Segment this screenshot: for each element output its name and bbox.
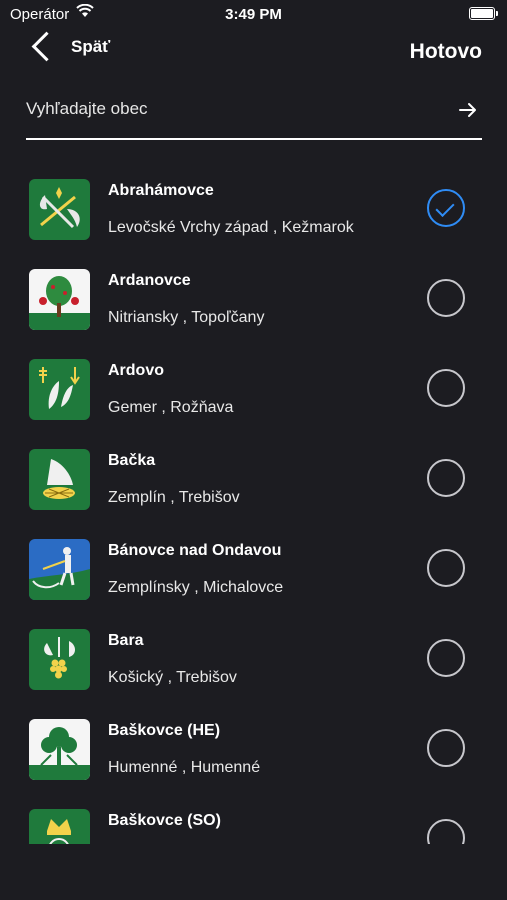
back-button[interactable]: Späť <box>30 31 111 62</box>
municipality-region: Zemplínsky , Michalovce <box>108 579 284 596</box>
municipality-region: Gemer , Rožňava <box>108 399 234 416</box>
municipality-region: Košický , Trebišov <box>108 669 237 686</box>
selection-radio[interactable] <box>427 819 465 844</box>
search-input[interactable] <box>26 92 446 126</box>
crest-plow-icon <box>29 449 90 510</box>
done-button[interactable]: Hotovo <box>410 40 482 64</box>
municipality-name: Abrahámovce <box>108 182 214 199</box>
municipality-region: Levočské Vrchy západ , Kežmarok <box>108 219 354 236</box>
municipality-region: Humenné , Humenné <box>108 759 261 776</box>
list-item[interactable]: Bara Košický , Trebišov <box>0 614 507 704</box>
crest-axe-icon <box>29 179 90 240</box>
selection-radio[interactable] <box>427 459 465 497</box>
clock: 3:49 PM <box>225 6 282 23</box>
navigation-bar: Späť Hotovo <box>0 30 507 76</box>
crest-mower-icon <box>29 539 90 600</box>
crest-crown-icon <box>29 809 90 844</box>
municipality-name: Baškovce (HE) <box>108 722 221 739</box>
municipality-region: Zemplín , Trebišov <box>108 489 240 506</box>
municipality-name: Bara <box>108 632 144 649</box>
status-bar: Operátor 3:49 PM <box>0 0 507 28</box>
list-item[interactable]: Bánovce nad Ondavou Zemplínsky , Michalo… <box>0 524 507 614</box>
selection-radio[interactable] <box>427 279 465 317</box>
selection-radio[interactable] <box>427 549 465 587</box>
list-item[interactable]: Abrahámovce Levočské Vrchy západ , Kežma… <box>0 164 507 254</box>
municipality-name: Ardanovce <box>108 272 191 289</box>
battery-icon <box>469 7 498 20</box>
selection-radio-checked[interactable] <box>427 189 465 227</box>
crest-feathers-icon <box>29 359 90 420</box>
list-item[interactable]: Ardovo Gemer , Rožňava <box>0 344 507 434</box>
municipality-name: Ardovo <box>108 362 164 379</box>
crest-oak-icon <box>29 719 90 780</box>
selection-radio[interactable] <box>427 729 465 767</box>
search-bar <box>26 92 482 140</box>
municipality-region: Nitriansky , Topoľčany <box>108 309 265 326</box>
list-item[interactable]: Bačka Zemplín , Trebišov <box>0 434 507 524</box>
selection-radio[interactable] <box>427 639 465 677</box>
crest-tree-icon <box>29 269 90 330</box>
list-item[interactable]: Baškovce (SO) <box>0 794 507 844</box>
municipality-name: Bačka <box>108 452 156 469</box>
municipality-name: Bánovce nad Ondavou <box>108 542 282 559</box>
municipality-list: Abrahámovce Levočské Vrchy západ , Kežma… <box>0 164 507 844</box>
municipality-name: Baškovce (SO) <box>108 812 221 829</box>
back-label: Späť <box>71 36 111 56</box>
selection-radio[interactable] <box>427 369 465 407</box>
crest-grapes-icon <box>29 629 90 690</box>
list-item[interactable]: Baškovce (HE) Humenné , Humenné <box>0 704 507 794</box>
list-item[interactable]: Ardanovce Nitriansky , Topoľčany <box>0 254 507 344</box>
chevron-left-icon <box>31 31 62 62</box>
arrow-right-icon[interactable] <box>458 100 478 120</box>
